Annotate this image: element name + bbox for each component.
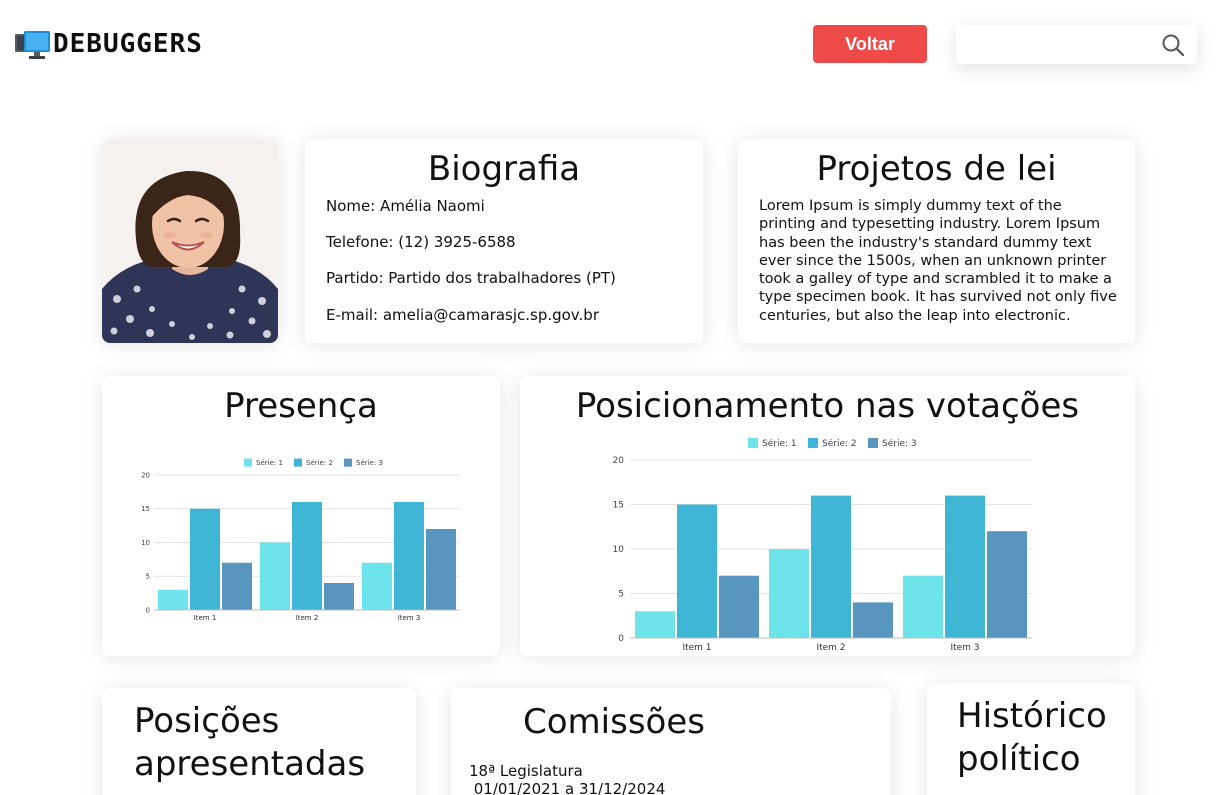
positions-title-line2: apresentadas bbox=[134, 744, 366, 784]
legend-swatch bbox=[808, 438, 818, 448]
profile-photo bbox=[102, 139, 278, 343]
x-category-label: Item 3 bbox=[950, 643, 979, 653]
legend-swatch bbox=[244, 458, 252, 467]
legend-swatch bbox=[294, 458, 302, 467]
legislature-period: 01/01/2021 a 31/12/2024 bbox=[469, 780, 666, 795]
y-tick-label: 10 bbox=[613, 545, 625, 555]
search-box bbox=[956, 25, 1197, 64]
back-button[interactable]: Voltar bbox=[813, 25, 927, 63]
y-tick-label: 0 bbox=[618, 634, 624, 644]
bar bbox=[394, 502, 424, 610]
bar bbox=[635, 611, 675, 638]
attendance-card: Presença 0 5 10 15 20 Série: 1 Série: 2 Série: … bbox=[102, 376, 500, 656]
bar bbox=[158, 589, 188, 610]
bio-party: Partido: Partido dos trabalhadores (PT) bbox=[326, 269, 616, 287]
attendance-chart: 0 5 10 15 20 Série: 1 Série: 2 Série: 3 Item 1 It… bbox=[141, 458, 460, 622]
y-tick-label: 5 bbox=[146, 573, 150, 581]
bar bbox=[426, 529, 456, 610]
bar bbox=[987, 531, 1027, 638]
bar bbox=[292, 502, 322, 610]
y-tick-label: 20 bbox=[141, 471, 150, 479]
bar bbox=[324, 583, 354, 610]
bar bbox=[190, 508, 220, 610]
history-title: Histórico político bbox=[957, 695, 1135, 781]
biography-card: Biografia Nome: Amélia Naomi Telefone: (… bbox=[305, 139, 703, 343]
political-history-card: Histórico político bbox=[927, 683, 1135, 795]
projects-title: Projetos de lei bbox=[816, 149, 1057, 189]
votes-card: Posicionamento nas votações 0 5 10 15 20 Séri… bbox=[520, 376, 1135, 656]
brand-logo[interactable]: DEBUGGERS bbox=[15, 28, 203, 60]
y-tick-label: 15 bbox=[141, 505, 150, 513]
x-category-label: Item 1 bbox=[682, 643, 711, 653]
legend-label: Série: 3 bbox=[882, 438, 917, 449]
search-icon[interactable] bbox=[1161, 33, 1185, 57]
bar bbox=[945, 495, 985, 638]
attendance-title: Presença bbox=[224, 386, 378, 426]
legend-swatch bbox=[868, 438, 878, 448]
legend-swatch bbox=[344, 458, 352, 467]
x-category-label: Item 1 bbox=[194, 614, 217, 622]
committees-card: Comissões 18ª Legislatura 01/01/2021 a 3… bbox=[451, 688, 891, 795]
legend-label: Série: 2 bbox=[306, 459, 333, 467]
committees-legislature: 18ª Legislatura 01/01/2021 a 31/12/2024 bbox=[469, 762, 665, 795]
history-title-line2: político bbox=[957, 739, 1081, 779]
bio-email: E-mail: amelia@camarasjc.sp.gov.br bbox=[326, 306, 599, 324]
bar bbox=[811, 495, 851, 638]
y-tick-label: 0 bbox=[146, 606, 150, 614]
y-tick-label: 20 bbox=[613, 456, 625, 466]
biography-title: Biografia bbox=[427, 149, 581, 189]
votes-chart: 0 5 10 15 20 Série: 1 Série: 2 Série: 3 Item 1 It… bbox=[613, 438, 1032, 653]
legend-label: Série: 3 bbox=[356, 459, 383, 467]
bar bbox=[769, 549, 809, 638]
x-category-label: Item 2 bbox=[296, 614, 319, 622]
projects-text: Lorem Ipsum is simply dummy text of the … bbox=[759, 198, 1117, 324]
positions-title: Posições apresentadas bbox=[134, 700, 416, 786]
brand-name: DEBUGGERS bbox=[53, 29, 203, 59]
bar bbox=[903, 575, 943, 638]
bar bbox=[260, 542, 290, 610]
search-input[interactable] bbox=[966, 31, 1156, 58]
bar bbox=[853, 602, 893, 638]
positions-card: Posições apresentadas bbox=[102, 688, 416, 795]
committees-title: Comissões bbox=[523, 702, 705, 742]
y-tick-label: 5 bbox=[618, 590, 624, 600]
x-category-label: Item 3 bbox=[398, 614, 421, 622]
bar bbox=[222, 562, 252, 610]
legend-label: Série: 2 bbox=[822, 438, 857, 449]
y-tick-label: 10 bbox=[141, 539, 150, 547]
history-title-line1: Histórico bbox=[957, 696, 1107, 736]
legend-label: Série: 1 bbox=[256, 459, 283, 467]
x-category-label: Item 2 bbox=[816, 643, 845, 653]
legend-label: Série: 1 bbox=[762, 438, 797, 449]
bar bbox=[719, 575, 759, 638]
legislature-label: 18ª Legislatura bbox=[469, 762, 583, 780]
votes-title: Posicionamento nas votações bbox=[575, 386, 1080, 426]
bio-phone: Telefone: (12) 3925-6588 bbox=[326, 233, 516, 251]
bar bbox=[677, 504, 717, 638]
bar bbox=[362, 562, 392, 610]
bio-name: Nome: Amélia Naomi bbox=[326, 197, 485, 215]
header: DEBUGGERS Voltar bbox=[0, 0, 1227, 90]
y-tick-label: 15 bbox=[613, 501, 624, 511]
projects-card: Projetos de lei Lorem Ipsum is simply du… bbox=[738, 139, 1135, 343]
legend-swatch bbox=[748, 438, 758, 448]
monitor-icon bbox=[15, 28, 53, 60]
positions-title-line1: Posições bbox=[134, 701, 280, 741]
